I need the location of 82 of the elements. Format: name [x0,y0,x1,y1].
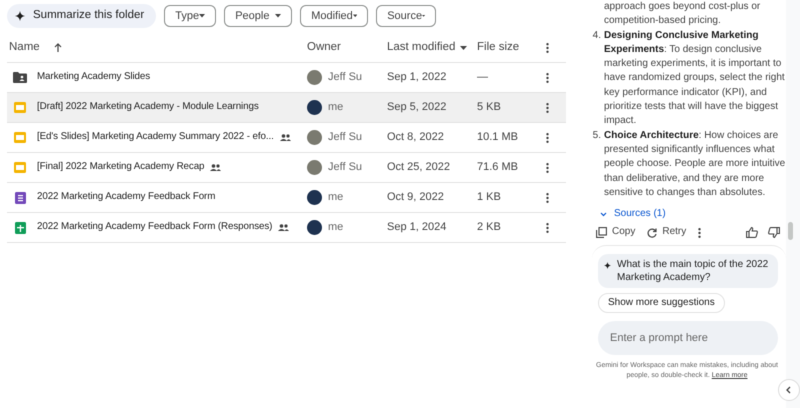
filter-dropdown[interactable]: Modified [300,5,368,27]
more-options-icon[interactable] [546,162,549,172]
file-size: 10.1 MB [477,130,519,146]
sparkle-icon [604,262,611,269]
modified-date: Oct 25, 2022 [387,160,451,176]
list-number: 4. [592,28,602,43]
file-row[interactable]: [Ed's Slides] Marketing Academy Summary 2022 - efo... Jeff Su Oct 8, 2022 10.1 MB [7,123,566,153]
file-size: — [477,70,489,86]
modified-date: Sep 1, 2024 [387,220,448,236]
retry-icon [647,228,658,238]
column-header[interactable]: Last modified [387,38,456,56]
more-suggestions-button[interactable]: Show more suggestions [598,292,725,313]
avatar [307,100,322,115]
slides-file-icon [14,162,26,173]
more-options-icon[interactable] [546,222,549,232]
owner-name: Jeff Su [328,130,362,146]
file-name: Marketing Academy Slides [37,70,150,84]
avatar [307,160,322,175]
chevron-left-icon [785,386,793,394]
more-options-icon[interactable] [546,72,549,82]
file-size: 2 KB [477,220,502,236]
list-number: 5. [592,128,602,143]
more-options-icon[interactable] [546,102,549,112]
more-options-icon[interactable] [546,132,549,142]
file-name: [Ed's Slides] Marketing Academy Summary 2022 - efo... [37,130,274,144]
form-file-icon [14,192,26,204]
owner-name: Jeff Su [328,70,362,86]
summarize-button[interactable]: Summarize this folder [7,4,156,28]
slides-file-icon [14,102,26,113]
caret-icon [275,14,282,18]
more-options-icon[interactable] [698,228,702,238]
copy-icon [596,227,607,238]
file-row[interactable]: [Draft] 2022 Marketing Academy - Module Learnings me Sep 5, 2022 5 KB [7,93,566,123]
response-text: approach goes beyond cost-plus or [604,0,762,14]
suggestion-chip[interactable]: What is the main topic of the 2022 Marketing Academy? [598,254,778,288]
copy-button[interactable]: Copy [596,225,636,240]
owner-name: me [328,190,344,206]
owner-name: me [328,100,344,116]
spreadsheet-file-icon [14,222,26,234]
response-text: competition-based pricing. [604,14,722,28]
owner-name: Jeff Su [328,160,362,176]
filter-dropdown[interactable]: People [224,5,292,27]
more-options-icon[interactable] [546,192,549,202]
prompt-input-field[interactable]: Enter a prompt here [598,320,778,355]
caret-icon [352,14,358,18]
file-name: 2022 Marketing Academy Feedback Form [37,190,216,204]
thumbs-up-icon[interactable] [746,227,758,238]
name-header[interactable]: Name [9,38,40,56]
file-name: [Final] 2022 Marketing Academy Recap [37,160,204,174]
modified-date: Sep 1, 2022 [387,70,448,86]
sparkle-icon [15,11,25,21]
thumbs-down-icon[interactable] [768,227,780,238]
owner-name: me [328,220,344,236]
modified-date: Oct 8, 2022 [387,130,445,146]
response-text: Choice Architecture: How choices are presented significantly influences what people choose. People are more intuitive than deliberative, and they are more sensitive to changes than absolutes. [604,128,786,200]
retry-button[interactable]: Retry [647,225,686,240]
file-name: 2022 Marketing Academy Feedback Form (Responses) [37,220,272,234]
file-size: 1 KB [477,190,502,206]
file-name: [Draft] 2022 Marketing Academy - Module Learnings [37,100,259,114]
column-header[interactable]: Owner [307,38,341,56]
file-size: 71.6 MB [477,160,519,176]
modified-date: Sep 5, 2022 [387,100,448,116]
filter-dropdown[interactable]: Type [164,5,216,27]
response-text: Designing Conclusive Marketing Experiments: To design conclusive marketing experiments, it is important to have randomized groups, select the right key performance indicator (KPI), and prioritize tests that will have the biggest impact. [604,28,786,128]
scrollbar-thumb[interactable] [788,222,793,240]
file-row[interactable]: 2022 Marketing Academy Feedback Form (Responses) me Sep 1, 2024 2 KB [7,213,566,243]
avatar [307,220,322,235]
filter-dropdown[interactable]: Source [376,5,436,27]
column-header[interactable]: File size [477,38,520,56]
slides-file-icon [14,132,26,143]
sources-toggle[interactable]: Sources (1) [600,207,666,222]
modified-date: Oct 9, 2022 [387,190,445,206]
avatar [307,130,322,145]
chevron-down-icon [600,212,607,217]
shared-folder-icon [13,72,27,83]
avatar [307,70,322,85]
more-options-icon[interactable] [546,42,549,52]
file-size: 5 KB [477,100,502,116]
caret-icon [199,14,206,18]
avatar [307,190,322,205]
file-row[interactable]: [Final] 2022 Marketing Academy Recap Jeff Su Oct 25, 2022 71.6 MB [7,153,566,183]
file-row[interactable]: 2022 Marketing Academy Feedback Form me Oct 9, 2022 1 KB [7,183,566,213]
